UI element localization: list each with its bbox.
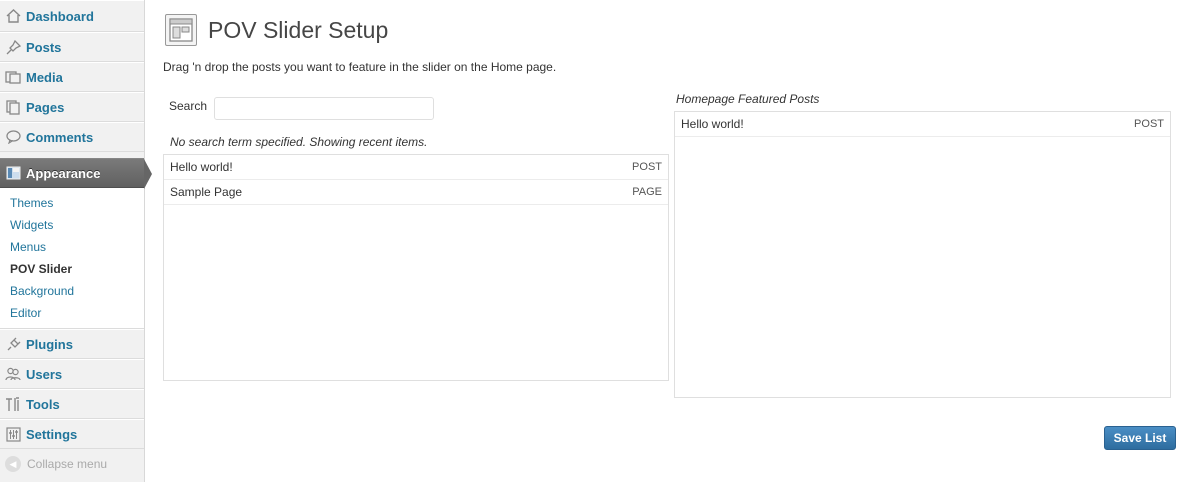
result-type: PAGE xyxy=(632,186,662,198)
plug-icon xyxy=(5,336,21,352)
menu-media[interactable]: Media xyxy=(0,62,144,92)
page-title: POV Slider Setup xyxy=(208,16,389,43)
users-icon xyxy=(5,366,21,382)
settings-icon xyxy=(5,426,21,442)
menu-appearance[interactable]: Appearance xyxy=(0,158,152,189)
menu-label: Pages xyxy=(26,99,65,115)
search-label: Search xyxy=(169,99,208,113)
menu-posts[interactable]: Posts xyxy=(0,32,144,62)
menu-label: Comments xyxy=(26,129,94,145)
menu-settings[interactable]: Settings xyxy=(0,419,144,449)
featured-type: POST xyxy=(1134,118,1164,130)
submenu-widgets[interactable]: Widgets xyxy=(0,214,144,236)
menu-pages[interactable]: Pages xyxy=(0,92,144,122)
menu-label: Tools xyxy=(26,396,60,412)
search-results-list: Hello world! POST Sample Page PAGE xyxy=(163,154,669,381)
collapse-menu-label: Collapse menu xyxy=(27,457,108,471)
menu-label: Dashboard xyxy=(26,8,94,24)
submenu-themes[interactable]: Themes xyxy=(0,192,144,214)
media-icon xyxy=(5,69,21,85)
search-input[interactable] xyxy=(214,97,434,120)
comment-icon xyxy=(5,129,21,145)
menu-tools[interactable]: Tools xyxy=(0,389,144,419)
menu-users[interactable]: Users xyxy=(0,359,144,389)
intro-text: Drag 'n drop the posts you want to featu… xyxy=(163,60,557,74)
result-type: POST xyxy=(632,161,662,173)
menu-label: Media xyxy=(26,69,63,85)
collapse-arrow-icon: ◀ xyxy=(5,456,21,472)
menu-plugins[interactable]: Plugins xyxy=(0,329,144,359)
pin-icon xyxy=(5,39,21,55)
featured-heading: Homepage Featured Posts xyxy=(676,92,820,106)
menu-label: Appearance xyxy=(26,165,101,181)
submenu-editor[interactable]: Editor xyxy=(0,302,144,324)
search-status: No search term specified. Showing recent… xyxy=(170,135,428,149)
menu-comments[interactable]: Comments xyxy=(0,122,144,152)
tools-icon xyxy=(5,396,21,412)
submenu-background[interactable]: Background xyxy=(0,280,144,302)
save-list-button[interactable]: Save List xyxy=(1104,426,1176,450)
menu-dashboard[interactable]: Dashboard xyxy=(0,0,144,32)
submenu-menus[interactable]: Menus xyxy=(0,236,144,258)
result-row[interactable]: Sample Page PAGE xyxy=(164,180,668,205)
result-title: Hello world! xyxy=(170,160,233,174)
dashboard-icon xyxy=(5,8,21,24)
slider-setup-icon xyxy=(165,14,197,46)
result-title: Sample Page xyxy=(170,185,243,199)
main-content: POV Slider Setup Drag 'n drop the posts … xyxy=(145,0,1187,482)
featured-row[interactable]: Hello world! POST xyxy=(675,112,1170,137)
featured-title: Hello world! xyxy=(681,117,744,131)
admin-sidebar: Dashboard Posts Media Pages Comments App… xyxy=(0,0,152,482)
collapse-menu-button[interactable]: ◀ Collapse menu xyxy=(0,449,144,479)
result-row[interactable]: Hello world! POST xyxy=(164,155,668,180)
menu-label: Settings xyxy=(26,426,78,442)
featured-posts-list: Hello world! POST xyxy=(674,111,1171,398)
pages-icon xyxy=(5,99,21,115)
menu-label: Users xyxy=(26,366,63,382)
menu-label: Posts xyxy=(26,39,62,55)
submenu-pov-slider[interactable]: POV Slider xyxy=(0,258,144,280)
menu-label: Plugins xyxy=(26,336,73,352)
appearance-submenu: Themes Widgets Menus POV Slider Backgrou… xyxy=(0,188,144,329)
page-header: POV Slider Setup xyxy=(165,14,388,46)
appearance-icon xyxy=(5,165,21,181)
